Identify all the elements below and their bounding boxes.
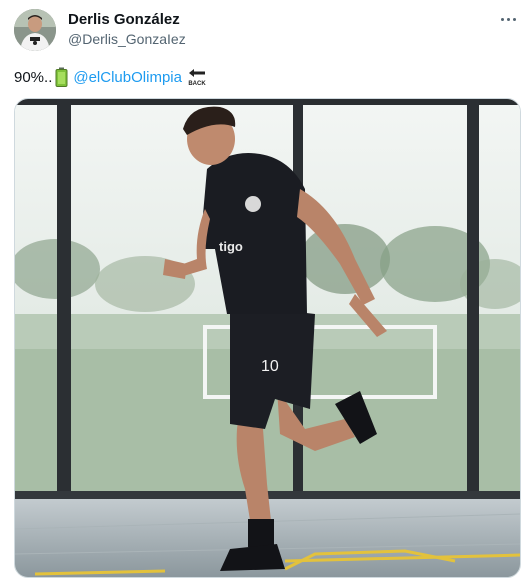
- battery-icon: [55, 67, 68, 87]
- back-arrow-icon: BACK: [187, 67, 207, 87]
- back-icon-text: BACK: [188, 81, 206, 87]
- more-dot: [506, 17, 510, 21]
- more-options-button[interactable]: [496, 8, 520, 30]
- mention-link[interactable]: @elClubOlimpia: [73, 69, 182, 86]
- more-dot: [512, 17, 516, 21]
- author-handle[interactable]: @Derlis_GonzaIez: [68, 31, 186, 47]
- tweet-photo[interactable]: 10 tigo: [14, 98, 521, 578]
- author-display-name[interactable]: Derlis González: [68, 11, 180, 28]
- more-dot: [500, 17, 504, 21]
- tweet-text-prefix: 90%..: [14, 68, 53, 86]
- avatar[interactable]: [14, 9, 56, 51]
- tweet-text: 90%.. @elClubOlimpia BACK: [14, 67, 207, 87]
- shorts-number: 10: [261, 358, 279, 375]
- shirt-sponsor: tigo: [219, 239, 243, 254]
